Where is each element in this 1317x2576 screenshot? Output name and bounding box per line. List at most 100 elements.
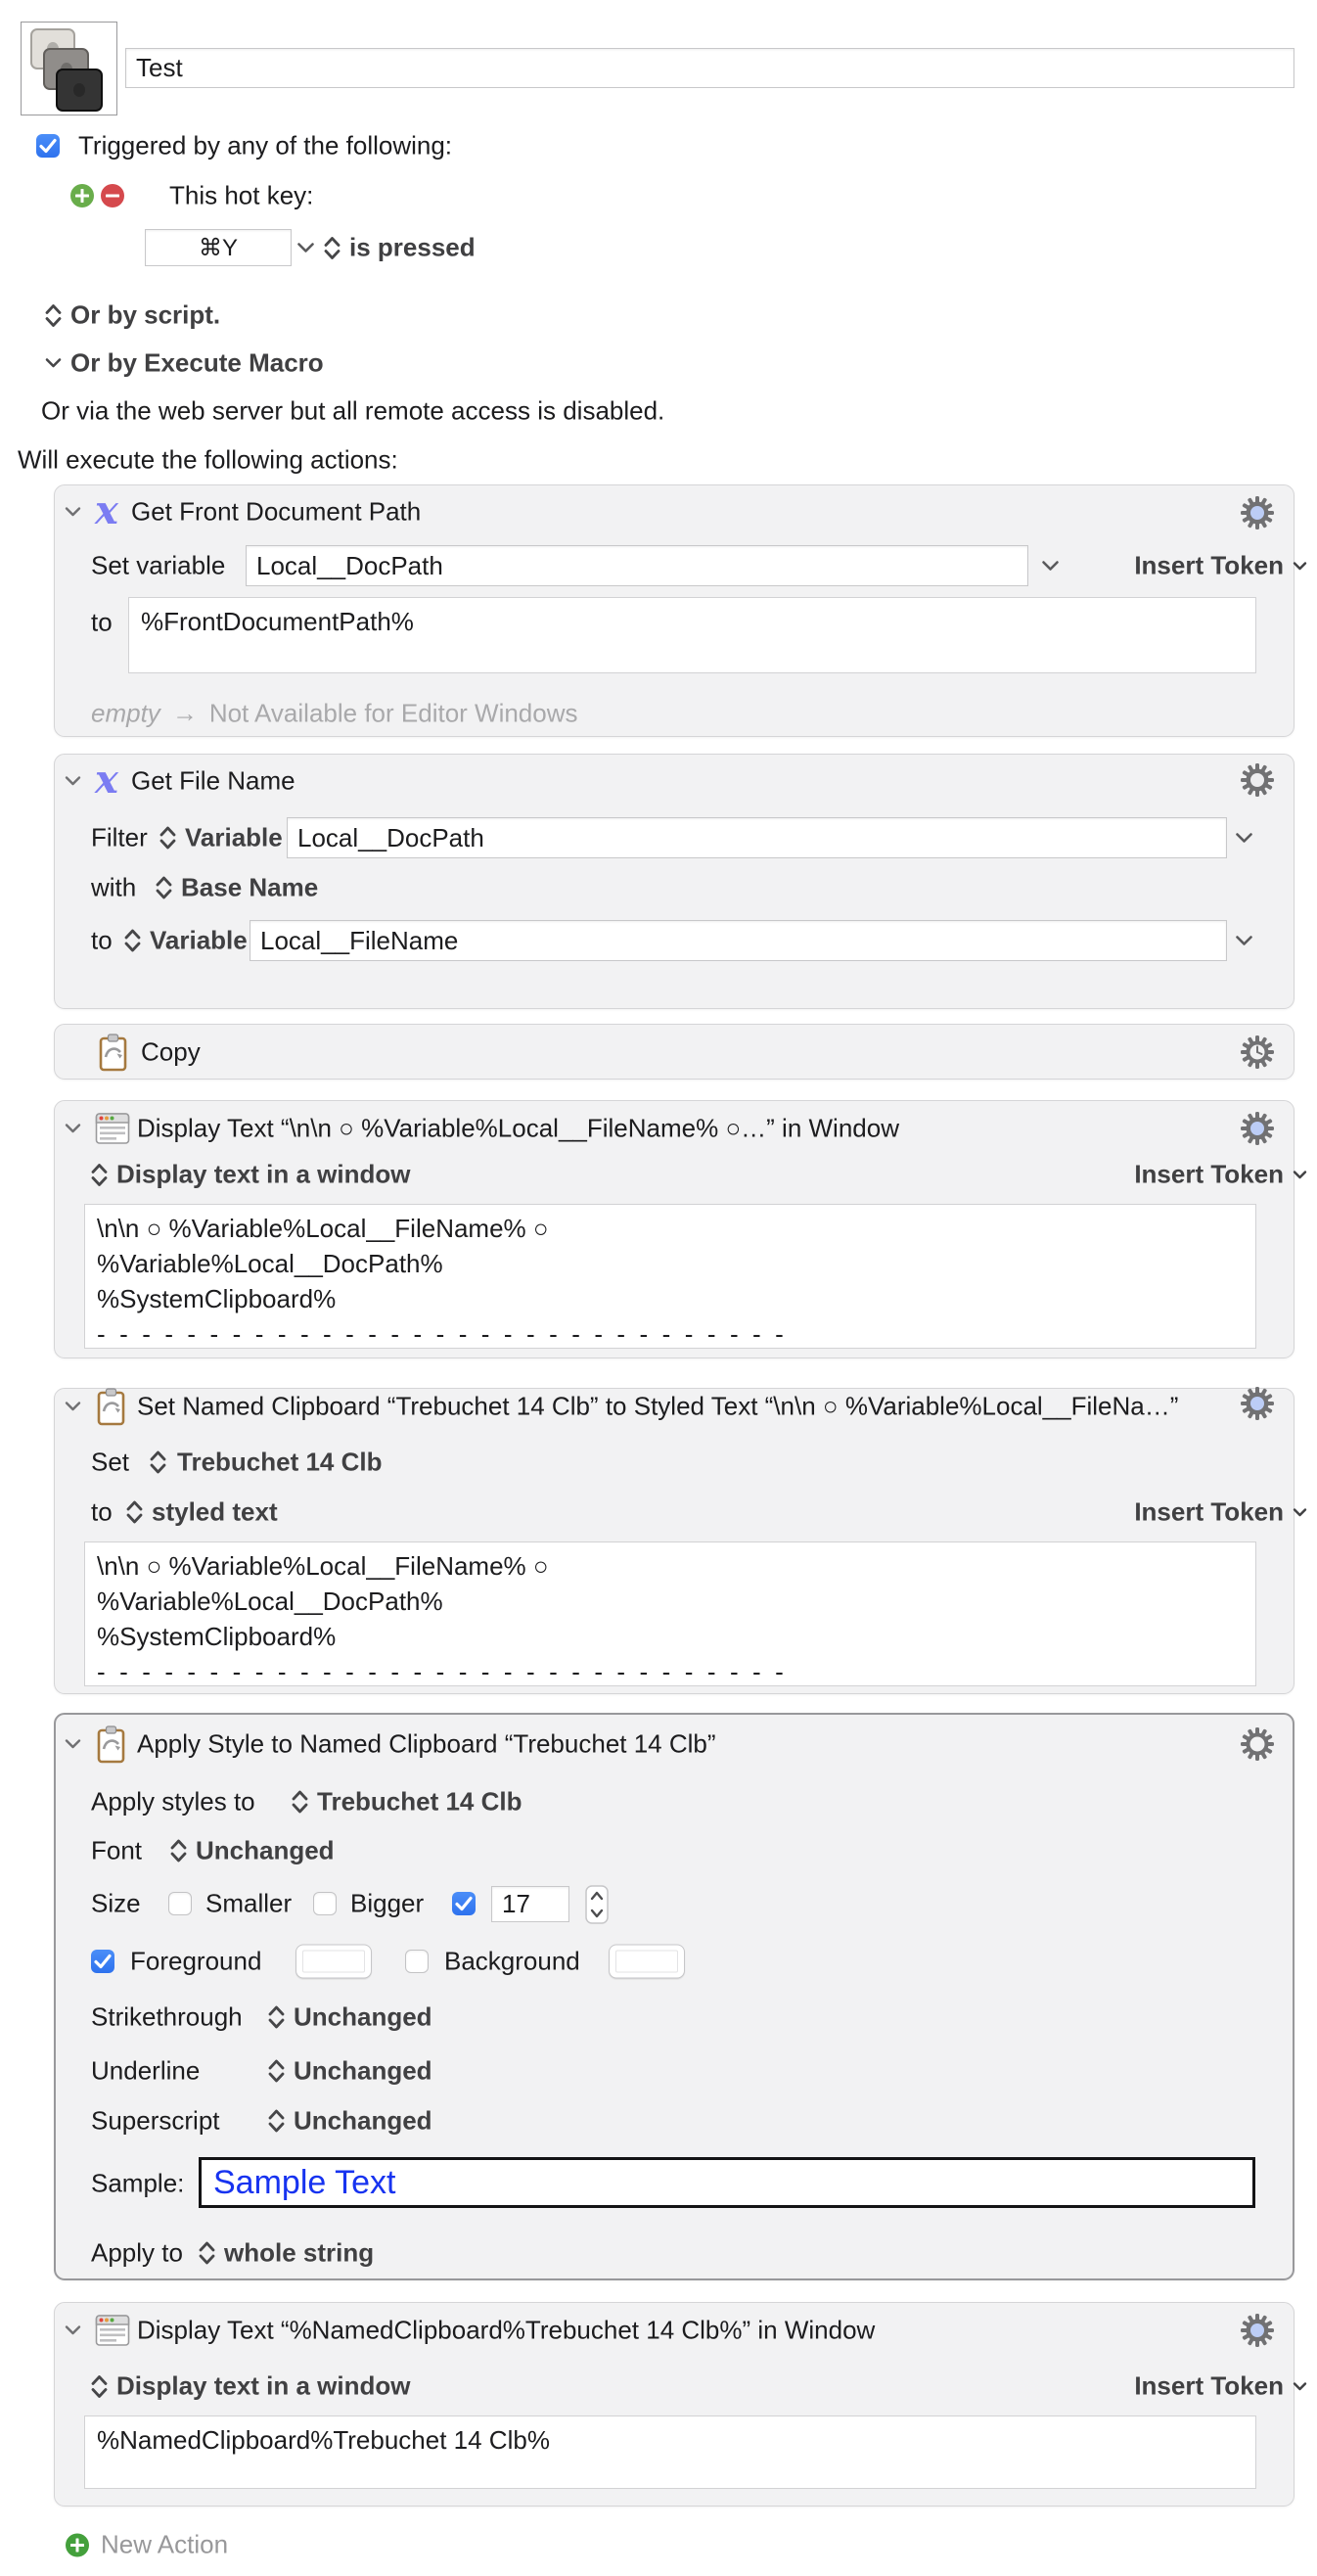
disclosure-button[interactable] [65,776,81,787]
size-label: Size [91,1889,141,1919]
to-label: to [91,608,113,638]
filter-kind-popup[interactable] [159,825,176,851]
action-display-text-2[interactable]: Display Text “%NamedClipboard%Trebuchet … [54,2302,1294,2507]
macro-name-input[interactable] [125,48,1294,88]
chevron-down-icon [1235,935,1253,946]
keycap-dark-icon [56,69,103,112]
action-title: Set Named Clipboard “Trebuchet 14 Clb” t… [137,1392,1178,1422]
set-variable-label: Set variable [91,551,225,581]
styled-text-textarea[interactable]: \n\n ○ %Variable%Local__FileName% ○ %Var… [84,1541,1256,1686]
background-checkbox[interactable] [405,1950,429,1973]
triggered-checkbox[interactable] [36,134,60,158]
variable-dropdown[interactable] [1235,832,1253,844]
action-get-front-document-path[interactable]: x Get Front Document Path Set variable I… [54,484,1294,737]
to-variable-input[interactable] [250,920,1227,961]
insert-token-label: Insert Token [1134,551,1284,581]
variable-name-input[interactable] [246,545,1028,586]
apply-to-label: Apply to [91,2238,183,2269]
apply-to-popup[interactable] [199,2240,215,2266]
text-window-icon [95,2313,130,2348]
gear-button[interactable] [1239,1725,1276,1763]
disclosure-button[interactable] [65,1739,81,1750]
variable-dropdown[interactable] [1041,560,1060,572]
add-trigger-button[interactable] [70,184,94,207]
display-text-textarea[interactable]: \n\n ○ %Variable%Local__FileName% ○ %Var… [84,1204,1256,1349]
or-by-execute-disclosure[interactable]: Or by Execute Macro [45,348,324,379]
chevron-down-icon [65,776,81,787]
with-kind-popup[interactable] [156,875,172,900]
action-get-file-name[interactable]: x Get File Name Filter Variable [54,754,1294,1009]
to-kind-popup[interactable] [124,928,141,953]
disclosure-button[interactable] [65,1124,81,1134]
action-display-text-1[interactable]: Display Text “\n\n ○ %Variable%Local__Fi… [54,1100,1294,1358]
superscript-popup[interactable] [268,2108,285,2134]
disclosure-button[interactable] [65,1402,81,1412]
text-window-icon [95,1111,130,1146]
insert-token-button[interactable]: Insert Token [1133,1160,1307,1190]
up-down-icon [156,875,172,900]
to-kind-popup[interactable] [126,1499,143,1525]
gear-button[interactable] [1239,1110,1276,1147]
hot-key-input[interactable]: ⌘Y [145,229,292,266]
up-down-icon [159,825,176,851]
underline-popup[interactable] [268,2058,285,2084]
smaller-label: Smaller [205,1889,292,1919]
chevron-down-icon [65,1402,81,1412]
to-value-textarea[interactable]: %FrontDocumentPath% [128,597,1256,673]
display-mode-popup[interactable]: Display text in a window [91,2371,411,2402]
action-title: Get Front Document Path [131,497,421,528]
disclosure-button[interactable] [65,2325,81,2336]
superscript-label: Superscript [91,2106,220,2137]
insert-token-label: Insert Token [1134,2371,1284,2402]
hot-key-event-popup[interactable]: is pressed [324,233,476,263]
action-title: Apply Style to Named Clipboard “Trebuche… [137,1729,716,1760]
font-popup[interactable] [170,1838,187,1863]
display-text-textarea[interactable]: %NamedClipboard%Trebuchet 14 Clb% [84,2415,1256,2489]
gear-timeout-button[interactable] [1239,1034,1276,1071]
foreground-color-well[interactable] [295,1945,372,1979]
clipboard-icon [97,1725,125,1764]
action-title: Display Text “\n\n ○ %Variable%Local__Fi… [137,1114,899,1144]
foreground-checkbox[interactable] [91,1950,114,1973]
font-value-label: Unchanged [196,1836,335,1866]
up-down-icon [150,1449,166,1475]
disclosure-button[interactable] [65,507,81,518]
filter-kind-label: Variable [185,823,283,853]
check-icon [91,1950,114,1973]
action-title: Display Text “%NamedClipboard%Trebuchet … [137,2316,875,2346]
bigger-checkbox[interactable] [313,1892,337,1915]
smaller-checkbox[interactable] [168,1892,192,1915]
hot-key-dropdown[interactable] [296,242,315,253]
clipboard-popup[interactable] [292,1789,308,1815]
new-action-button[interactable]: New Action [66,2530,228,2560]
or-by-script-popup[interactable]: Or by script. [45,300,220,331]
remove-trigger-button[interactable] [101,184,124,207]
gear-button[interactable] [1239,2312,1276,2349]
variable-dropdown[interactable] [1235,935,1253,946]
action-copy[interactable]: Copy [54,1024,1294,1080]
filter-variable-input[interactable] [287,817,1227,858]
gear-button[interactable] [1239,761,1276,799]
up-down-icon [268,2004,285,2030]
background-color-well[interactable] [609,1945,685,1979]
plus-icon [75,189,89,203]
clipboard-popup[interactable] [150,1449,166,1475]
to-kind-label: Variable [150,926,248,956]
variable-icon: x [95,491,118,530]
strikethrough-value: Unchanged [294,2002,432,2033]
gear-button[interactable] [1239,494,1276,531]
insert-token-button[interactable]: Insert Token [1133,551,1307,581]
size-input[interactable] [491,1886,569,1922]
insert-token-button[interactable]: Insert Token [1133,2371,1307,2402]
size-checkbox[interactable] [452,1892,476,1915]
size-stepper[interactable] [585,1885,609,1924]
clipboard-name-label: Trebuchet 14 Clb [317,1787,522,1817]
strikethrough-popup[interactable] [268,2004,285,2030]
action-set-named-clipboard[interactable]: Set Named Clipboard “Trebuchet 14 Clb” t… [54,1388,1294,1694]
display-mode-popup[interactable]: Display text in a window [91,1160,411,1190]
with-value-label: Base Name [181,873,318,903]
insert-token-button[interactable]: Insert Token [1133,1497,1307,1528]
insert-token-label: Insert Token [1134,1497,1284,1528]
gear-button[interactable] [1239,1385,1276,1422]
up-down-icon [292,1789,308,1815]
